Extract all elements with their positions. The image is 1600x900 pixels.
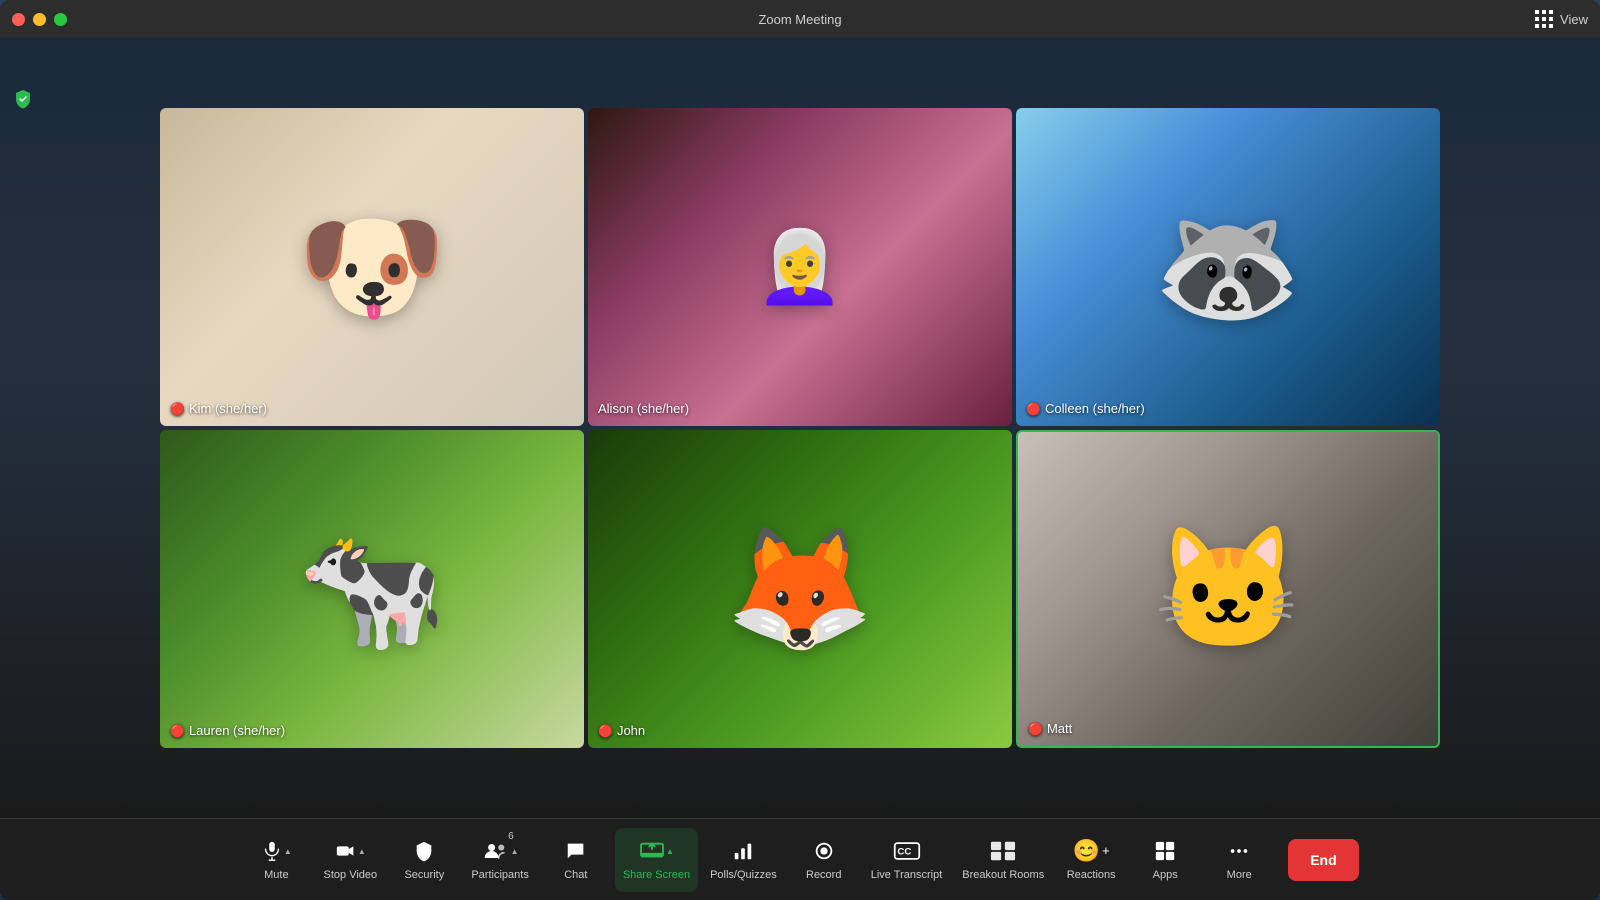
share-screen-chevron-container[interactable]: ▲ xyxy=(666,845,674,856)
view-label: View xyxy=(1560,12,1588,27)
participants-icon: 6 xyxy=(482,837,510,865)
live-transcript-label: Live Transcript xyxy=(871,869,943,882)
stop-video-icon-group: ▲ xyxy=(335,837,366,865)
record-icon xyxy=(813,837,835,865)
toolbar: ▲ Mute ▲ Stop Video xyxy=(0,818,1600,900)
name-label-john: 🔴 John xyxy=(598,723,645,738)
stop-video-label: Stop Video xyxy=(324,869,378,882)
camera-icon xyxy=(335,837,357,865)
mic-off-icon-kim: 🔴 xyxy=(170,402,185,416)
avatar-kim: 🐶 xyxy=(160,108,584,426)
reactions-icon: 😊 + xyxy=(1073,837,1110,865)
avatar-matt: 🐱 xyxy=(1018,432,1438,746)
name-label-lauren: 🔴 Lauren (she/her) xyxy=(170,723,285,738)
avatar-alison: 👩‍🦳 xyxy=(588,108,1012,426)
avatar-lauren: 🐄 xyxy=(160,430,584,748)
name-label-kim: 🔴 Kim (she/her) xyxy=(170,401,267,416)
window-title: Zoom Meeting xyxy=(758,12,841,27)
participant-name-alison: Alison (she/her) xyxy=(598,401,689,416)
mic-off-icon-colleen: 🔴 xyxy=(1026,402,1041,416)
chat-icon xyxy=(565,837,587,865)
mute-icon-group: ▲ xyxy=(261,837,292,865)
video-grid: 🐶 🔴 Kim (she/her) 👩‍🦳 Alison (she/her) 🦝… xyxy=(160,108,1440,748)
apps-label: Apps xyxy=(1153,869,1178,882)
polls-quizzes-button[interactable]: Polls/Quizzes xyxy=(702,828,785,892)
name-label-alison: Alison (she/her) xyxy=(598,401,689,416)
share-screen-label: Share Screen xyxy=(623,869,690,882)
video-tile-john[interactable]: 🦊 🔴 John xyxy=(588,430,1012,748)
video-tile-alison[interactable]: 👩‍🦳 Alison (she/her) xyxy=(588,108,1012,426)
mic-off-icon-lauren: 🔴 xyxy=(170,724,185,738)
maximize-button[interactable] xyxy=(54,13,67,26)
participant-name-kim: Kim (she/her) xyxy=(189,401,267,416)
more-label: More xyxy=(1227,869,1252,882)
avatar-john: 🦊 xyxy=(588,430,1012,748)
close-button[interactable] xyxy=(12,13,25,26)
participant-name-lauren: Lauren (she/her) xyxy=(189,723,285,738)
share-screen-button[interactable]: ▲ Share Screen xyxy=(615,828,698,892)
mute-label: Mute xyxy=(264,869,288,882)
security-label: Security xyxy=(404,869,444,882)
view-button[interactable]: View xyxy=(1532,7,1588,31)
apps-icon xyxy=(1154,837,1176,865)
stop-video-button[interactable]: ▲ Stop Video xyxy=(315,828,385,892)
live-transcript-button[interactable]: CC Live Transcript xyxy=(863,828,951,892)
participant-name-matt: Matt xyxy=(1047,721,1072,736)
video-tile-lauren[interactable]: 🐄 🔴 Lauren (she/her) xyxy=(160,430,584,748)
avatar-colleen: 🦝 xyxy=(1016,108,1440,426)
more-button[interactable]: More xyxy=(1204,828,1274,892)
record-button[interactable]: Record xyxy=(789,828,859,892)
mute-chevron-container[interactable]: ▲ xyxy=(284,845,292,856)
security-button[interactable]: Security xyxy=(389,828,459,892)
participants-chevron-container[interactable]: ▲ xyxy=(511,845,519,856)
polls-icon xyxy=(732,837,754,865)
main-content: 🐶 🔴 Kim (she/her) 👩‍🦳 Alison (she/her) 🦝… xyxy=(0,38,1600,818)
record-label: Record xyxy=(806,869,841,882)
cc-icon: CC xyxy=(893,837,921,865)
name-label-colleen: 🔴 Colleen (she/her) xyxy=(1026,401,1145,416)
mic-icon xyxy=(261,837,283,865)
chat-label: Chat xyxy=(564,869,587,882)
share-screen-icon xyxy=(639,837,665,865)
minimize-button[interactable] xyxy=(33,13,46,26)
security-shield-badge xyxy=(12,88,34,110)
zoom-window: Zoom Meeting View xyxy=(0,0,1600,900)
participant-name-colleen: Colleen (she/her) xyxy=(1045,401,1145,416)
participant-name-john: John xyxy=(617,723,645,738)
share-screen-icon-group: ▲ xyxy=(639,837,674,865)
video-tile-colleen[interactable]: 🦝 🔴 Colleen (she/her) xyxy=(1016,108,1440,426)
participants-count: 6 xyxy=(508,831,514,842)
traffic-lights xyxy=(12,13,67,26)
grid-icon xyxy=(1532,7,1556,31)
apps-button[interactable]: Apps xyxy=(1130,828,1200,892)
video-tile-matt[interactable]: 🐱 🔴 Matt xyxy=(1016,430,1440,748)
more-icon xyxy=(1228,837,1250,865)
mic-off-icon-john: 🔴 xyxy=(598,724,613,738)
name-label-matt: 🔴 Matt xyxy=(1028,721,1072,736)
participants-icon-group: 6 ▲ xyxy=(482,837,519,865)
polls-quizzes-label: Polls/Quizzes xyxy=(710,869,777,882)
participants-label: Participants xyxy=(471,869,528,882)
mic-off-icon-matt: 🔴 xyxy=(1028,722,1043,736)
breakout-rooms-button[interactable]: Breakout Rooms xyxy=(954,828,1052,892)
chat-button[interactable]: Chat xyxy=(541,828,611,892)
end-button[interactable]: End xyxy=(1288,839,1358,881)
titlebar: Zoom Meeting View xyxy=(0,0,1600,38)
stop-video-chevron-container[interactable]: ▲ xyxy=(358,845,366,856)
breakout-rooms-label: Breakout Rooms xyxy=(962,869,1044,882)
reactions-button[interactable]: 😊 + Reactions xyxy=(1056,828,1126,892)
svg-text:CC: CC xyxy=(897,846,911,857)
mute-button[interactable]: ▲ Mute xyxy=(241,828,311,892)
shield-icon xyxy=(413,837,435,865)
video-tile-kim[interactable]: 🐶 🔴 Kim (she/her) xyxy=(160,108,584,426)
reactions-label: Reactions xyxy=(1067,869,1116,882)
participants-button[interactable]: 6 ▲ Participants xyxy=(463,828,536,892)
breakout-icon xyxy=(990,837,1016,865)
